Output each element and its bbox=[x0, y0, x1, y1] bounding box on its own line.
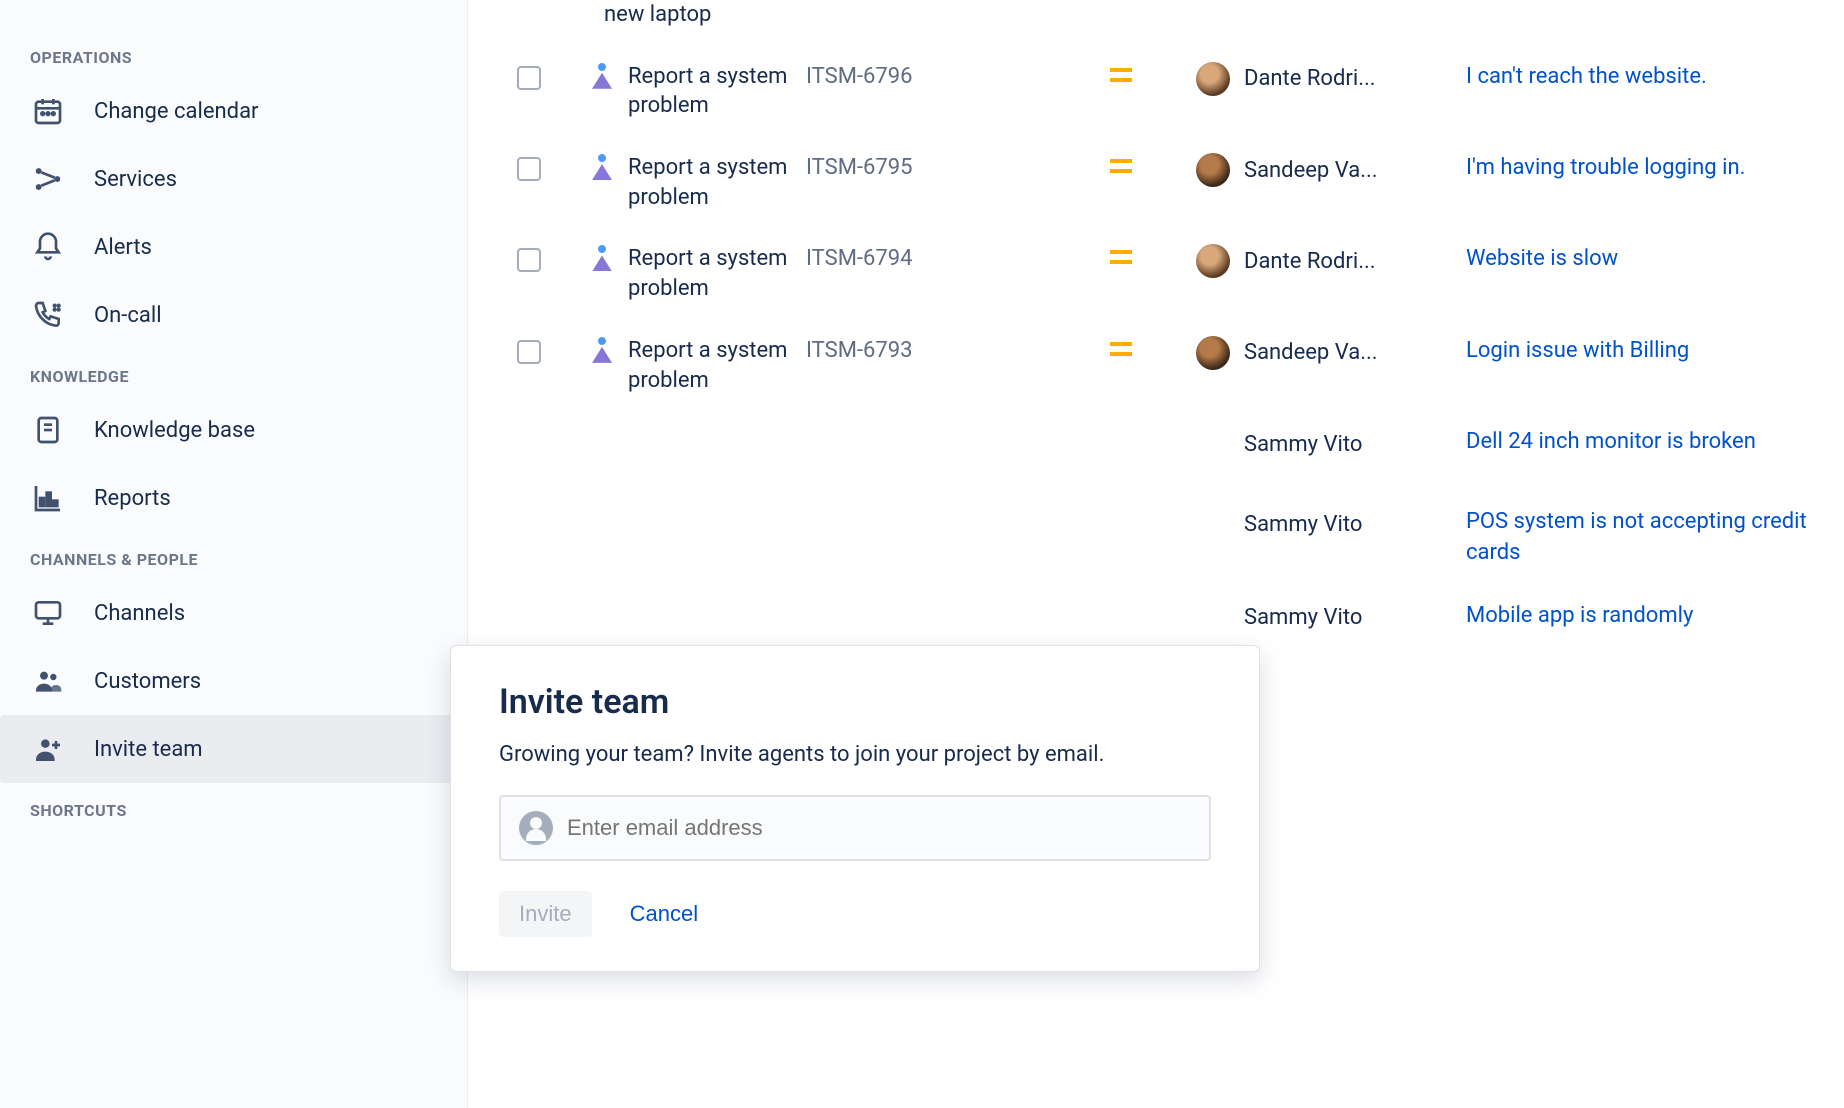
request-type: Report a system problem bbox=[628, 153, 806, 212]
sidebar-item-knowledge-base[interactable]: Knowledge base bbox=[0, 396, 467, 464]
table-row[interactable]: Report a system problem ITSM-6796 Dante … bbox=[468, 46, 1844, 137]
sidebar-item-label: Invite team bbox=[94, 737, 203, 762]
dialog-title: Invite team bbox=[499, 682, 1211, 722]
issue-summary-link[interactable]: I can't reach the website. bbox=[1466, 64, 1707, 89]
invite-team-icon bbox=[30, 731, 66, 767]
row-checkbox[interactable] bbox=[517, 66, 541, 90]
sidebar: OPERATIONS Change calendar Services Aler… bbox=[0, 0, 468, 1108]
reporter-name: Sammy Vito bbox=[1244, 432, 1362, 457]
table-row[interactable]: Sammy Vito POS system is not accepting c… bbox=[468, 491, 1844, 585]
reporter-name: Sandeep Va... bbox=[1244, 158, 1378, 183]
avatar bbox=[1196, 244, 1230, 278]
request-type: new laptop bbox=[604, 0, 711, 30]
chart-icon bbox=[30, 480, 66, 516]
issue-summary-link[interactable]: Website is slow bbox=[1466, 246, 1618, 271]
request-type: Report a system problem bbox=[628, 244, 806, 303]
priority-medium-icon bbox=[1110, 342, 1132, 356]
dialog-actions: Invite Cancel bbox=[499, 891, 1211, 937]
section-header-channels-people: CHANNELS & PEOPLE bbox=[0, 532, 467, 579]
phone-icon bbox=[30, 297, 66, 333]
priority-medium-icon bbox=[1110, 68, 1132, 82]
sidebar-item-label: Channels bbox=[94, 601, 185, 626]
issue-summary-link[interactable]: I'm having trouble logging in. bbox=[1466, 155, 1745, 180]
book-icon bbox=[30, 412, 66, 448]
sidebar-item-change-calendar[interactable]: Change calendar bbox=[0, 77, 467, 145]
customers-icon bbox=[30, 663, 66, 699]
user-icon bbox=[519, 811, 553, 845]
table-row[interactable]: new laptop bbox=[468, 0, 1844, 46]
request-type-icon bbox=[590, 339, 614, 363]
sidebar-item-alerts[interactable]: Alerts bbox=[0, 213, 467, 281]
section-header-knowledge: KNOWLEDGE bbox=[0, 349, 467, 396]
row-checkbox[interactable] bbox=[517, 340, 541, 364]
request-type: Report a system problem bbox=[628, 336, 806, 395]
avatar bbox=[1196, 336, 1230, 370]
priority-medium-icon bbox=[1110, 159, 1132, 173]
issue-key[interactable]: ITSM-6796 bbox=[806, 62, 1046, 89]
sidebar-item-label: Customers bbox=[94, 669, 201, 694]
issue-key[interactable]: ITSM-6793 bbox=[806, 336, 1046, 363]
reporter-name: Sandeep Va... bbox=[1244, 340, 1378, 365]
sidebar-item-label: Services bbox=[94, 167, 177, 192]
sidebar-item-reports[interactable]: Reports bbox=[0, 464, 467, 532]
email-input[interactable] bbox=[567, 815, 1191, 841]
row-checkbox[interactable] bbox=[517, 157, 541, 181]
request-type-icon bbox=[590, 247, 614, 271]
sidebar-item-label: Reports bbox=[94, 486, 171, 511]
row-checkbox[interactable] bbox=[517, 248, 541, 272]
issue-summary-link[interactable]: Mobile app is randomly bbox=[1466, 603, 1693, 628]
sidebar-item-label: Alerts bbox=[94, 235, 152, 260]
invite-button[interactable]: Invite bbox=[499, 891, 592, 937]
issue-summary-link[interactable]: Dell 24 inch monitor is broken bbox=[1466, 429, 1756, 454]
reporter-name: Sammy Vito bbox=[1244, 605, 1362, 630]
sidebar-item-invite-team[interactable]: Invite team bbox=[0, 715, 467, 783]
email-input-wrapper[interactable] bbox=[499, 795, 1211, 861]
section-header-operations: OPERATIONS bbox=[0, 30, 467, 77]
issue-key[interactable]: ITSM-6794 bbox=[806, 244, 1046, 271]
priority-medium-icon bbox=[1110, 250, 1132, 264]
table-row[interactable]: Report a system problem ITSM-6795 Sandee… bbox=[468, 137, 1844, 228]
section-header-shortcuts: SHORTCUTS bbox=[0, 783, 467, 830]
avatar bbox=[1196, 153, 1230, 187]
issue-summary-link[interactable]: Login issue with Billing bbox=[1466, 338, 1689, 363]
request-type: Report a system problem bbox=[628, 62, 806, 121]
sidebar-item-on-call[interactable]: On-call bbox=[0, 281, 467, 349]
table-row[interactable]: Report a system problem ITSM-6794 Dante … bbox=[468, 228, 1844, 319]
sidebar-item-services[interactable]: Services bbox=[0, 145, 467, 213]
dialog-description: Growing your team? Invite agents to join… bbox=[499, 740, 1211, 771]
avatar bbox=[1196, 62, 1230, 96]
request-type-icon bbox=[590, 65, 614, 89]
sidebar-item-label: Knowledge base bbox=[94, 418, 255, 443]
reporter-name: Dante Rodri... bbox=[1244, 66, 1376, 91]
request-type-icon bbox=[590, 156, 614, 180]
invite-team-dialog: Invite team Growing your team? Invite ag… bbox=[450, 645, 1260, 972]
reporter-name: Sammy Vito bbox=[1244, 512, 1362, 537]
monitor-icon bbox=[30, 595, 66, 631]
sidebar-item-channels[interactable]: Channels bbox=[0, 579, 467, 647]
issue-summary-link[interactable]: POS system is not accepting credit cards bbox=[1466, 509, 1807, 565]
calendar-icon bbox=[30, 93, 66, 129]
sidebar-item-label: Change calendar bbox=[94, 99, 259, 124]
table-row[interactable]: Report a system problem ITSM-6793 Sandee… bbox=[468, 320, 1844, 411]
sidebar-item-customers[interactable]: Customers bbox=[0, 647, 467, 715]
cancel-button[interactable]: Cancel bbox=[610, 891, 718, 937]
sidebar-item-label: On-call bbox=[94, 303, 162, 328]
reporter-name: Dante Rodri... bbox=[1244, 249, 1376, 274]
issue-key[interactable]: ITSM-6795 bbox=[806, 153, 1046, 180]
bell-icon bbox=[30, 229, 66, 265]
services-icon bbox=[30, 161, 66, 197]
table-row[interactable]: Sammy Vito Dell 24 inch monitor is broke… bbox=[468, 411, 1844, 491]
